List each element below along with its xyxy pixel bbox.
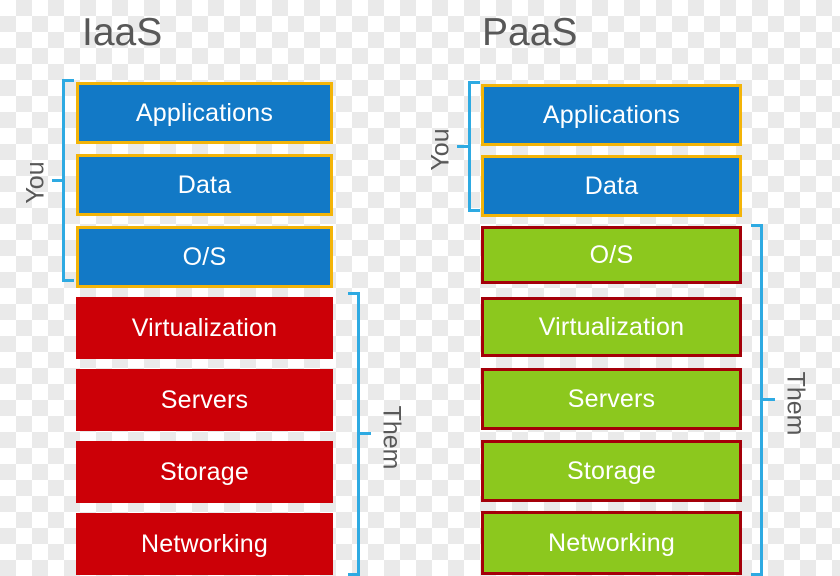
paas-you-bracket bbox=[468, 81, 480, 212]
paas-column-title: PaaS bbox=[482, 11, 578, 54]
paas-layer-networking[interactable]: Networking bbox=[481, 511, 742, 575]
iaas-column-title: IaaS bbox=[82, 11, 163, 54]
paas-you-label: You bbox=[426, 128, 455, 171]
paas-layer-os-label: O/S bbox=[589, 240, 634, 269]
paas-layer-virtualization-label: Virtualization bbox=[538, 312, 685, 341]
paas-layer-servers[interactable]: Servers bbox=[481, 368, 742, 430]
paas-layer-data[interactable]: Data bbox=[481, 155, 742, 217]
iaas-layer-networking-label: Networking bbox=[140, 529, 269, 558]
iaas-layer-data-label: Data bbox=[177, 170, 232, 199]
iaas-them-label: Them bbox=[377, 405, 406, 470]
iaas-layer-applications[interactable]: Applications bbox=[76, 82, 333, 144]
iaas-layer-data[interactable]: Data bbox=[76, 154, 333, 216]
paas-layer-virtualization[interactable]: Virtualization bbox=[481, 297, 742, 357]
iaas-layer-os-label: O/S bbox=[182, 242, 227, 271]
iaas-layer-storage[interactable]: Storage bbox=[76, 441, 333, 503]
iaas-layer-networking[interactable]: Networking bbox=[76, 513, 333, 575]
iaas-layer-servers[interactable]: Servers bbox=[76, 369, 333, 431]
iaas-layer-storage-label: Storage bbox=[160, 457, 249, 486]
paas-layer-os[interactable]: O/S bbox=[481, 226, 742, 284]
iaas-you-bracket-tick bbox=[52, 179, 64, 182]
paas-layer-storage[interactable]: Storage bbox=[481, 440, 742, 502]
paas-them-label: Them bbox=[781, 371, 810, 436]
paas-them-bracket-tick bbox=[762, 398, 775, 401]
iaas-layer-servers-label: Servers bbox=[160, 385, 249, 414]
iaas-layer-os[interactable]: O/S bbox=[76, 226, 333, 288]
paas-you-bracket-tick bbox=[457, 145, 469, 148]
iaas-layer-virtualization-label: Virtualization bbox=[131, 313, 278, 342]
paas-layer-data-label: Data bbox=[584, 171, 639, 200]
paas-layer-applications-label: Applications bbox=[542, 100, 681, 129]
paas-layer-servers-label: Servers bbox=[567, 384, 656, 413]
iaas-you-label: You bbox=[21, 161, 50, 204]
iaas-layer-virtualization[interactable]: Virtualization bbox=[76, 297, 333, 359]
iaas-layer-applications-label: Applications bbox=[135, 98, 274, 127]
paas-layer-networking-label: Networking bbox=[547, 528, 676, 557]
iaas-them-bracket-tick bbox=[358, 432, 371, 435]
paas-layer-storage-label: Storage bbox=[567, 456, 656, 485]
diagram-canvas: IaaS You Them Applications Data O/S Virt… bbox=[0, 0, 840, 576]
paas-layer-applications[interactable]: Applications bbox=[481, 84, 742, 146]
